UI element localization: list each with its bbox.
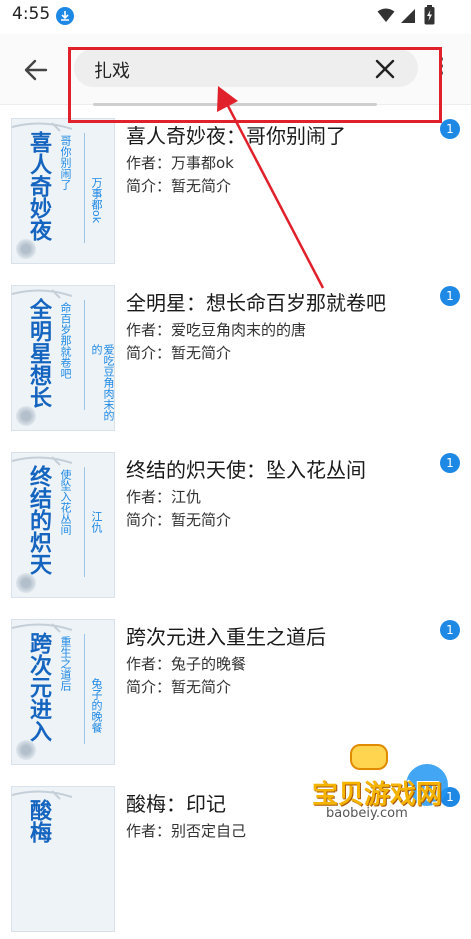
cover-subtitle-text: 使坠入花丛间 (59, 469, 72, 535)
status-bar: 4:55 (0, 0, 471, 34)
source-count-badge: 1 (440, 620, 460, 640)
book-title: 酸梅：印记 (126, 792, 226, 816)
result-item[interactable]: 终结的炽天 使坠入花丛间 江仇 终结的炽天使：坠入花丛间 作者：江仇 简介：暂无… (0, 438, 471, 605)
book-title: 终结的炽天使：坠入花丛间 (126, 458, 366, 482)
cover-author-text: 万事都ok (90, 177, 103, 224)
book-author: 作者：万事都ok (126, 154, 234, 172)
book-intro: 简介：暂无简介 (126, 344, 232, 362)
cover-author-text: 爱吃豆角肉末的的 (90, 344, 115, 421)
cover-title-text: 跨次元进入 (26, 632, 52, 742)
source-count-badge: 1 (440, 286, 460, 306)
book-cover: 全明星想长 命百岁那就卷吧 爱吃豆角肉末的的 (11, 285, 115, 431)
source-count-badge: 1 (440, 453, 460, 473)
book-cover: 酸梅 (11, 786, 115, 932)
download-icon (56, 7, 74, 25)
cover-subtitle-text: 哥你别闹了 (59, 135, 72, 190)
book-author: 作者：爱吃豆角肉末的的唐 (126, 321, 307, 339)
cover-title-text: 终结的炽天 (26, 465, 52, 575)
wifi-icon (377, 8, 395, 22)
flower-ornament-icon (16, 406, 36, 426)
annotation-highlight-box (68, 47, 442, 123)
watermark-logo: 宝贝游戏网 baobeiy.com (298, 740, 466, 830)
book-title: 喜人奇妙夜：哥你别闹了 (126, 124, 346, 148)
result-item[interactable]: 喜人奇妙夜 哥你别闹了 万事都ok 喜人奇妙夜：哥你别闹了 作者：万事都ok 简… (0, 104, 471, 271)
back-arrow-icon[interactable] (20, 54, 52, 86)
book-intro: 简介：暂无简介 (126, 678, 232, 696)
flower-ornament-icon (16, 573, 36, 593)
signal-icon (401, 9, 415, 23)
book-cover: 跨次元进入 重生之道后 兔子的晚餐 (11, 619, 115, 765)
book-author: 作者：别否定自己 (126, 822, 247, 840)
flower-ornament-icon (16, 239, 36, 259)
cover-title-text: 全明星想长 (26, 298, 52, 408)
cover-subtitle-text: 重生之道后 (59, 636, 72, 691)
book-cover: 终结的炽天 使坠入花丛间 江仇 (11, 452, 115, 598)
book-title: 跨次元进入重生之道后 (126, 625, 326, 649)
book-cover: 喜人奇妙夜 哥你别闹了 万事都ok (11, 118, 115, 264)
book-author: 作者：兔子的晚餐 (126, 655, 247, 673)
book-intro: 简介：暂无简介 (126, 511, 232, 529)
cover-title-text: 喜人奇妙夜 (26, 131, 52, 241)
cover-title-text: 酸梅 (26, 799, 52, 843)
cover-subtitle-text: 命百岁那就卷吧 (59, 302, 72, 379)
result-item[interactable]: 全明星想长 命百岁那就卷吧 爱吃豆角肉末的的 全明星：想长命百岁那就卷吧 作者：… (0, 271, 471, 438)
watermark-url: baobeiy.com (326, 806, 408, 821)
battery-icon (424, 5, 435, 25)
cover-author-text: 江仇 (90, 511, 103, 533)
book-intro: 简介：暂无简介 (126, 177, 232, 195)
status-time: 4:55 (12, 4, 51, 24)
source-count-badge: 1 (440, 119, 460, 139)
book-title: 全明星：想长命百岁那就卷吧 (126, 291, 386, 315)
gamepad-icon (350, 744, 388, 770)
book-author: 作者：江仇 (126, 488, 202, 506)
flower-ornament-icon (16, 740, 36, 760)
cover-author-text: 兔子的晚餐 (90, 678, 103, 733)
